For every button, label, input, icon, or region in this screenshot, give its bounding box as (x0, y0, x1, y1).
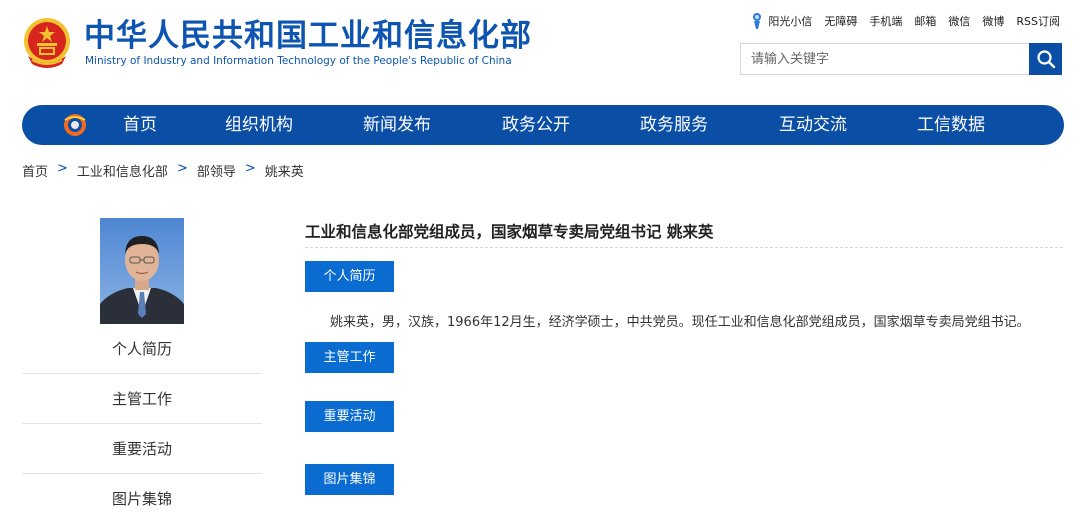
nav-item-gov-affairs[interactable]: 政务公开 (502, 105, 570, 145)
top-link-label: 阳光小信 (768, 15, 813, 28)
national-emblem-logo[interactable] (22, 16, 72, 70)
breadcrumb-home[interactable]: 首页 (22, 161, 48, 180)
site-title: 中华人民共和国工业和信息化部 (84, 18, 532, 54)
top-link-email[interactable]: 邮箱 (914, 13, 936, 29)
nav-item-gov-services[interactable]: 政务服务 (640, 105, 708, 145)
search-button[interactable] (1029, 43, 1062, 75)
top-links: 阳光小信 无障碍 手机端 邮箱 微信 微博 RSS订阅 (738, 12, 1060, 30)
search-box (740, 43, 1062, 75)
side-menu: 个人简历 主管工作 重要活动 图片集锦 (22, 324, 262, 524)
top-link-weibo[interactable]: 微博 (982, 13, 1004, 29)
search-icon (1036, 50, 1055, 69)
leader-title: 工业和信息化部党组成员，国家烟草专卖局党组书记 姚来英 (305, 220, 1063, 248)
side-menu-item-resume[interactable]: 个人简历 (22, 324, 262, 374)
side-menu-item-responsibilities[interactable]: 主管工作 (22, 374, 262, 424)
nav-item-organization[interactable]: 组织机构 (225, 105, 293, 145)
bio-text: 姚来英，男，汉族，1966年12月生，经济学硕士，中共党员。现任工业和信息化部党… (330, 315, 1030, 330)
nav-item-home[interactable]: 首页 (123, 105, 157, 145)
nav-item-interaction[interactable]: 互动交流 (779, 105, 847, 145)
site-subtitle: Ministry of Industry and Information Tec… (85, 55, 512, 67)
breadcrumb-separator: > (176, 161, 188, 176)
main-nav: 首页 组织机构 新闻发布 政务公开 政务服务 互动交流 工信数据 (22, 105, 1064, 145)
breadcrumb: 首页 > 工业和信息化部 > 部领导 > 姚来英 (22, 161, 304, 180)
top-link-rss[interactable]: RSS订阅 (1016, 13, 1060, 29)
section-tab-activities[interactable]: 重要活动 (305, 401, 394, 432)
top-link-mobile[interactable]: 手机端 (869, 13, 902, 29)
section-tab-responsibilities[interactable]: 主管工作 (305, 342, 394, 373)
section-tab-gallery[interactable]: 图片集锦 (305, 464, 394, 495)
side-menu-item-activities[interactable]: 重要活动 (22, 424, 262, 474)
breadcrumb-ministry[interactable]: 工业和信息化部 (77, 161, 168, 180)
nav-logo-icon (62, 112, 88, 138)
top-link-sunshine[interactable]: 阳光小信 (750, 12, 812, 30)
leader-portrait (100, 218, 184, 324)
nav-item-data[interactable]: 工信数据 (917, 105, 985, 145)
search-input[interactable] (741, 44, 1029, 74)
top-link-wechat[interactable]: 微信 (948, 13, 970, 29)
sunshine-mascot-icon (753, 13, 762, 29)
breadcrumb-leaders[interactable]: 部领导 (197, 161, 236, 180)
section-tab-resume[interactable]: 个人简历 (305, 261, 394, 292)
breadcrumb-separator: > (244, 161, 256, 176)
breadcrumb-current: 姚来英 (264, 165, 304, 180)
side-menu-item-gallery[interactable]: 图片集锦 (22, 474, 262, 524)
top-link-accessibility[interactable]: 无障碍 (824, 13, 857, 29)
nav-item-news[interactable]: 新闻发布 (363, 105, 431, 145)
breadcrumb-separator: > (57, 161, 68, 176)
